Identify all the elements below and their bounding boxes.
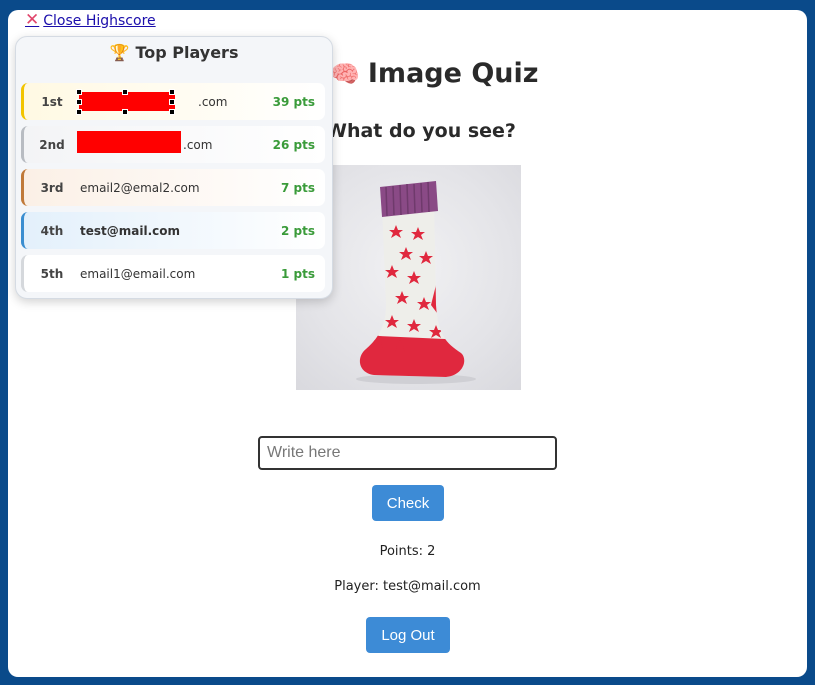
player-email: email2@emal2.com	[80, 180, 200, 195]
question-text: What do you see?	[326, 120, 516, 142]
selection-handle[interactable]	[169, 109, 175, 115]
highscore-title: 🏆 Top Players	[16, 43, 332, 62]
player-points: 7 pts	[281, 180, 315, 195]
selection-handle[interactable]	[76, 89, 82, 95]
selection-handle[interactable]	[122, 89, 128, 95]
player-points: 39 pts	[272, 94, 315, 109]
selection-handle[interactable]	[76, 99, 82, 105]
close-highscore-link[interactable]: ✕ Close Highscore	[25, 12, 156, 29]
highscore-title-text: Top Players	[135, 43, 239, 62]
email-suffix: .com	[198, 94, 228, 109]
rank: 2nd	[39, 137, 65, 152]
quiz-title: 🧠 Image Quiz	[330, 58, 538, 89]
brain-icon: 🧠	[330, 59, 360, 88]
trophy-icon: 🏆	[109, 43, 130, 62]
player-text: Player: test@mail.com	[334, 579, 481, 594]
rank: 1st	[41, 94, 63, 109]
points-text: Points: 2	[379, 544, 436, 559]
highscore-panel: 🏆 Top Players 1st .com 39 pts 2nd .com 26…	[15, 36, 333, 299]
logout-button[interactable]: Log Out	[366, 617, 450, 653]
selection-handle[interactable]	[169, 99, 175, 105]
answer-input[interactable]	[258, 436, 557, 470]
email-suffix: .com	[183, 137, 213, 152]
player-points: 2 pts	[281, 223, 315, 238]
redaction-box-2	[77, 131, 181, 153]
check-button[interactable]: Check	[372, 485, 444, 521]
selection-handle[interactable]	[122, 109, 128, 115]
rank: 4th	[40, 223, 64, 238]
selection-handle[interactable]	[169, 89, 175, 95]
player-points: 26 pts	[272, 137, 315, 152]
rank: 5th	[40, 266, 64, 281]
player-email: email1@email.com	[80, 266, 196, 281]
close-highscore-label: Close Highscore	[43, 12, 156, 29]
highscore-row-4: 4th test@mail.com 2 pts	[21, 212, 325, 249]
highscore-row-5: 5th email1@email.com 1 pts	[21, 255, 325, 292]
highscore-row-3: 3rd email2@emal2.com 7 pts	[21, 169, 325, 206]
player-email: test@mail.com	[80, 223, 181, 238]
close-x-icon: ✕	[25, 10, 40, 30]
selection-handle[interactable]	[76, 109, 82, 115]
rank: 3rd	[40, 180, 64, 195]
player-points: 1 pts	[281, 266, 315, 281]
quiz-title-text: Image Quiz	[367, 58, 539, 89]
